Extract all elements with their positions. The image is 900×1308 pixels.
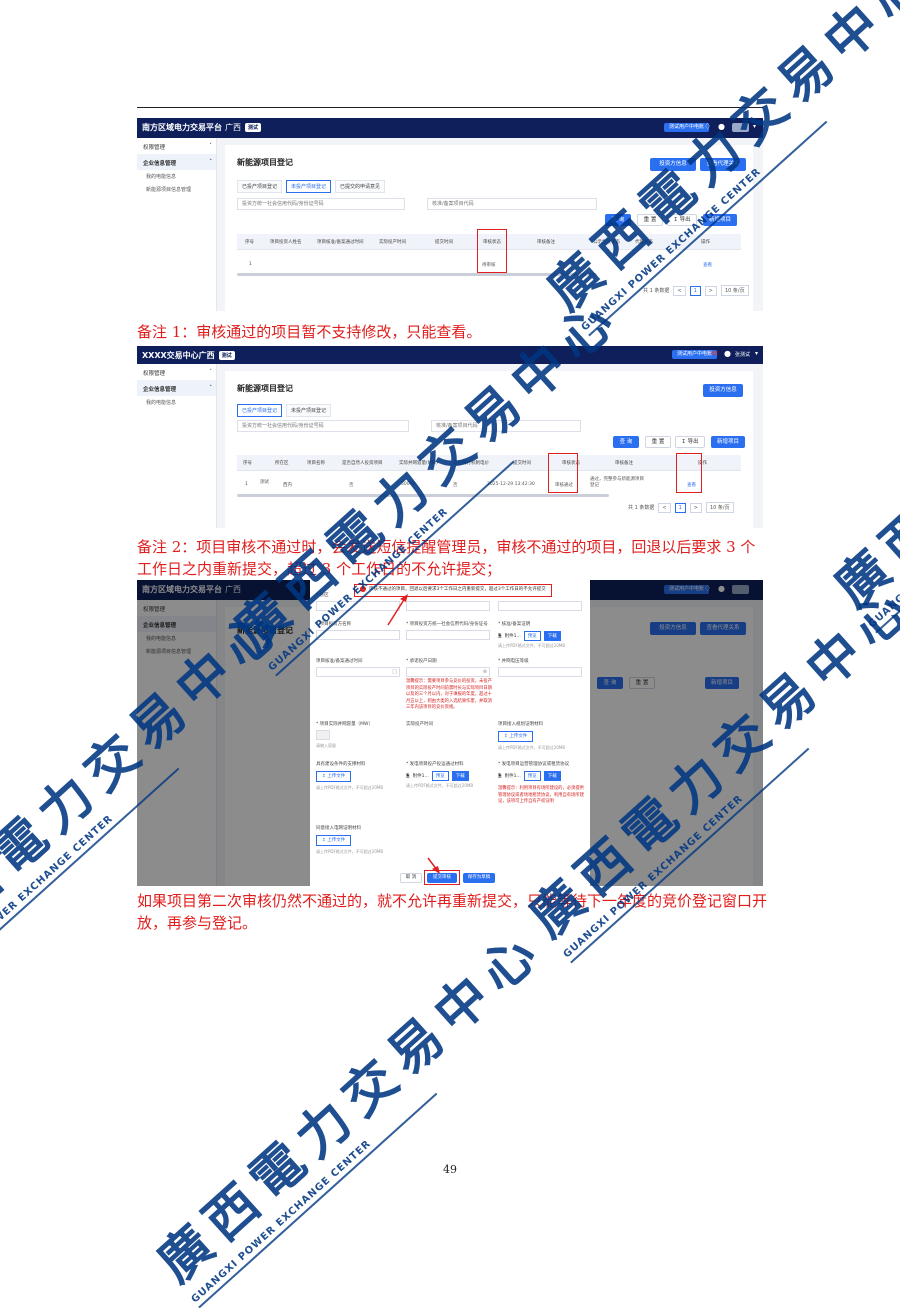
toast-arrow xyxy=(387,597,406,626)
page-number: 49 xyxy=(443,1163,457,1176)
submit-arrow-head xyxy=(432,866,440,874)
toast-arrow-head xyxy=(400,594,408,602)
note-3: 如果项目第二次审核仍然不通过的，就不允许再重新提交，只能等待下一年度的竞价登记窗… xyxy=(137,892,768,932)
annotation-arrows xyxy=(387,594,440,874)
